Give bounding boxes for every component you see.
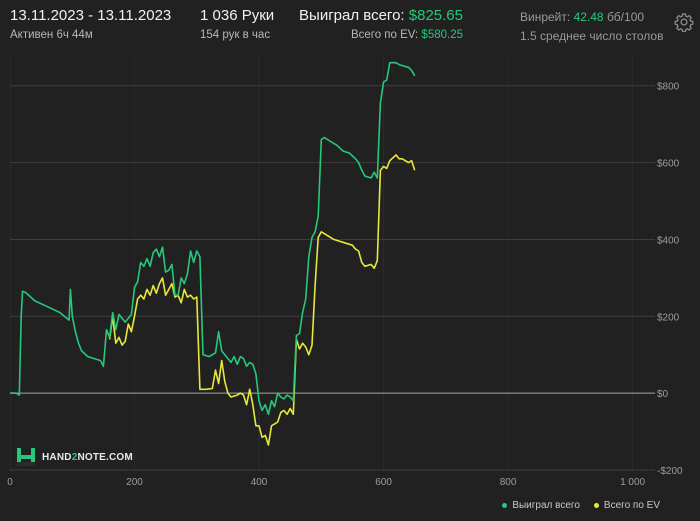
hand2note-logo-icon bbox=[17, 448, 35, 466]
graph-chart: 0 200 400 600 800 1 000 $800 $600 $400 $200 $0 -$20… bbox=[7, 55, 683, 488]
series-ev-line bbox=[108, 154, 416, 446]
hand2note-logo: HAND2NOTE.COM bbox=[16, 447, 133, 467]
legend-won-label: Выиграл всего bbox=[512, 500, 580, 511]
y-tick-label: $600 bbox=[657, 159, 680, 170]
logo-text: HAND2NOTE.COM bbox=[42, 452, 133, 463]
x-tick-label: 1 000 bbox=[620, 477, 645, 488]
x-tick-label: 800 bbox=[500, 477, 517, 488]
y-tick-label: $400 bbox=[657, 235, 680, 246]
y-tick-label: -$200 bbox=[657, 466, 683, 477]
y-tick-label: $200 bbox=[657, 312, 680, 323]
legend-ev-label: Всего по EV bbox=[603, 500, 660, 511]
y-tick-label: $0 bbox=[657, 389, 669, 400]
logo-text-hand: HAND bbox=[42, 451, 72, 463]
chart-legend: Выиграл всего Всего по EV bbox=[502, 500, 660, 511]
x-tick-label: 0 bbox=[7, 477, 13, 488]
series-layer bbox=[10, 61, 416, 446]
legend-ev-marker bbox=[593, 503, 599, 508]
grid-layer bbox=[9, 55, 655, 471]
axis-layer: 0 200 400 600 800 1 000 $800 $600 $400 $200 $0 -$20… bbox=[7, 82, 683, 488]
series-won-line bbox=[10, 61, 416, 416]
x-tick-label: 200 bbox=[126, 477, 143, 488]
x-tick-label: 400 bbox=[251, 477, 268, 488]
legend-won[interactable]: Выиграл всего bbox=[502, 500, 580, 511]
legend-won-marker bbox=[502, 503, 508, 508]
y-tick-label: $800 bbox=[657, 82, 680, 93]
x-tick-label: 600 bbox=[375, 477, 392, 488]
logo-text-note: NOTE.COM bbox=[77, 451, 133, 463]
legend-ev[interactable]: Всего по EV bbox=[593, 500, 660, 511]
